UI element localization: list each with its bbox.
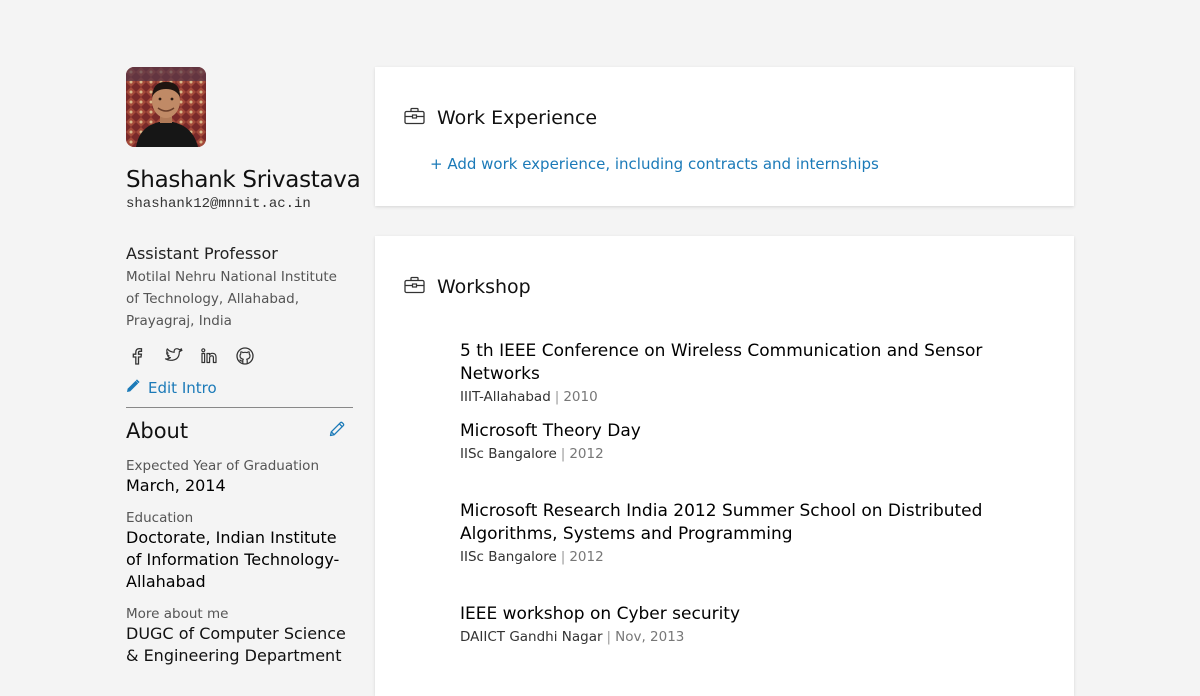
pencil-icon — [126, 378, 140, 398]
profile-organization: Motilal Nehru National Institute of Tech… — [126, 269, 337, 329]
profile-title: Assistant Professor — [126, 244, 278, 263]
list-item: Microsoft Research India 2012 Summer Sch… — [460, 500, 1050, 567]
workshop-heading: Workshop — [437, 276, 531, 298]
workshop-meta: IISc Bangalore | 2012 — [460, 547, 1050, 567]
workshop-title: 5 th IEEE Conference on Wireless Communi… — [460, 341, 983, 384]
workshop-place: IISc Bangalore — [460, 446, 557, 462]
separator: | — [560, 446, 566, 462]
more-about-label: More about me — [126, 606, 229, 622]
workshop-year: 2010 — [563, 389, 598, 405]
workshop-year: 2012 — [569, 549, 604, 565]
social-links — [126, 344, 354, 368]
work-experience-heading: Work Experience — [437, 107, 598, 129]
workshop-place: IIIT-Allahabad — [460, 389, 551, 405]
profile-email: shashank12@mnnit.ac.in — [126, 196, 311, 212]
add-work-experience-link[interactable]: + Add work experience, including contrac… — [430, 155, 879, 173]
workshop-place: IISc Bangalore — [460, 549, 557, 565]
workshop-card: Workshop 5 th IEEE Conference on Wireles… — [375, 236, 1074, 696]
education-value: Doctorate, Indian Institute of Informati… — [126, 528, 340, 591]
facebook-icon[interactable] — [126, 345, 148, 367]
work-experience-header: Work Experience — [404, 107, 597, 129]
profile-name: Shashank Srivastava — [126, 167, 361, 193]
edit-intro-button[interactable]: Edit Intro — [126, 378, 354, 398]
workshop-meta: IIIT-Allahabad | 2010 — [460, 387, 1050, 407]
more-about-value: DUGC of Computer Science & Engineering D… — [126, 624, 346, 665]
linkedin-icon[interactable] — [198, 345, 220, 367]
workshop-meta: IISc Bangalore | 2012 — [460, 444, 1050, 464]
graduation-label: Expected Year of Graduation — [126, 458, 319, 474]
about-heading: About — [126, 419, 189, 443]
separator: | — [554, 389, 560, 405]
about-header: About — [126, 417, 346, 445]
list-item: IEEE workshop on Cyber security DAIICT G… — [460, 603, 1050, 647]
separator: | — [606, 629, 612, 645]
separator: | — [560, 549, 566, 565]
profile-sidebar: Shashank Srivastava shashank12@mnnit.ac.… — [126, 67, 361, 667]
workshop-title: Microsoft Research India 2012 Summer Sch… — [460, 501, 983, 544]
workshop-place: DAIICT Gandhi Nagar — [460, 629, 603, 645]
twitter-icon[interactable] — [162, 345, 184, 367]
workshop-year: Nov, 2013 — [615, 629, 685, 645]
edit-about-pencil-icon[interactable] — [328, 420, 346, 442]
workshop-title: Microsoft Theory Day — [460, 421, 641, 441]
divider — [126, 407, 353, 408]
briefcase-icon — [404, 107, 425, 129]
list-item: 5 th IEEE Conference on Wireless Communi… — [460, 340, 1050, 407]
briefcase-icon — [404, 276, 425, 298]
edit-intro-label: Edit Intro — [148, 379, 217, 397]
workshop-title: IEEE workshop on Cyber security — [460, 604, 741, 624]
graduation-value: March, 2014 — [126, 476, 226, 495]
workshop-header: Workshop — [404, 276, 531, 298]
work-experience-card: Work Experience + Add work experience, i… — [375, 67, 1074, 206]
avatar[interactable] — [126, 67, 206, 147]
github-icon[interactable] — [234, 345, 256, 367]
list-item: Microsoft Theory Day IISc Bangalore | 2012 — [460, 420, 1050, 464]
workshop-meta: DAIICT Gandhi Nagar | Nov, 2013 — [460, 627, 1050, 647]
workshop-year: 2012 — [569, 446, 604, 462]
education-label: Education — [126, 510, 194, 526]
